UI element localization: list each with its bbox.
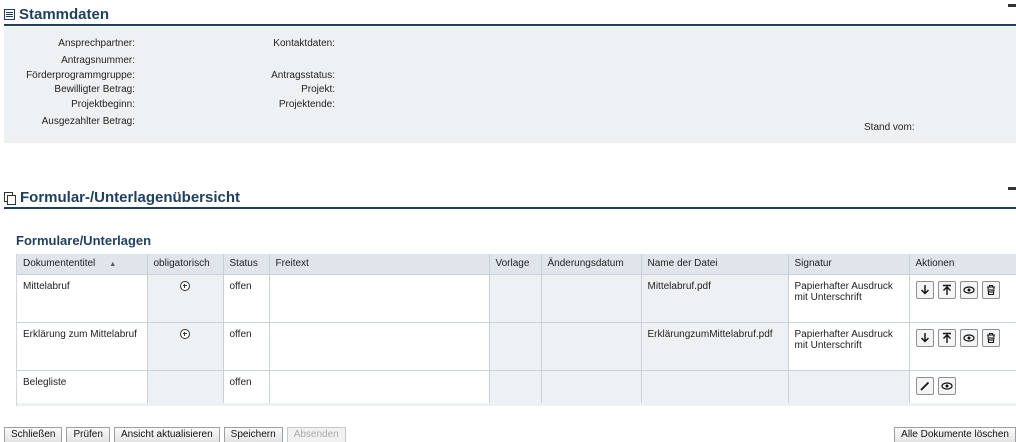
cell-status: offen xyxy=(223,321,270,370)
col-name-der-datei[interactable]: Name der Datei xyxy=(641,254,789,274)
table-row: Belegliste offen xyxy=(17,369,1016,403)
alle-dokumente-loeschen-button[interactable]: Alle Dokumente löschen xyxy=(894,427,1016,442)
stammdaten-header: Stammdaten xyxy=(4,4,1016,26)
mandatory-plus-icon xyxy=(179,328,190,339)
cell-aenderungsdatum xyxy=(541,321,642,370)
speichern-button[interactable]: Speichern xyxy=(223,427,283,442)
sort-asc-icon[interactable]: ▲ xyxy=(109,261,116,268)
download-icon[interactable] xyxy=(915,280,934,299)
table-row: Erklärung zum Mittelabruf offen Erklärun… xyxy=(17,321,1016,370)
cell-obligatorisch xyxy=(147,273,224,322)
delete-icon[interactable] xyxy=(981,328,1000,347)
col-dokumententitel-label: Dokumententitel xyxy=(23,258,96,270)
cell-obligatorisch xyxy=(147,321,224,370)
ansicht-aktualisieren-button[interactable]: Ansicht aktualisieren xyxy=(113,427,220,442)
cell-status: offen xyxy=(223,273,270,322)
absenden-button[interactable]: Absenden xyxy=(286,427,346,442)
cell-aktionen xyxy=(909,321,1016,370)
delete-icon[interactable] xyxy=(981,280,1000,299)
label-ansprechpartner: Ansprechpartner: xyxy=(58,38,135,49)
documents-table: Dokumententitel ▲ obligatorisch Status Fr… xyxy=(17,254,1016,403)
cell-aenderungsdatum xyxy=(541,369,642,403)
stammdaten-title-text: Stammdaten xyxy=(19,6,110,23)
col-status[interactable]: Status xyxy=(223,254,270,274)
stammdaten-title: Stammdaten xyxy=(4,6,109,23)
collapse-uebersicht-button[interactable] xyxy=(1008,187,1016,190)
col-obligatorisch[interactable]: obligatorisch xyxy=(147,254,224,274)
schliessen-button[interactable]: Schließen xyxy=(4,427,63,442)
table-header-row: Dokumententitel ▲ obligatorisch Status Fr… xyxy=(17,254,1016,274)
cell-vorlage xyxy=(489,321,542,370)
cell-freitext[interactable] xyxy=(269,369,490,403)
edit-icon[interactable] xyxy=(915,376,934,395)
cell-datei[interactable]: ErklärungzumMittelabruf.pdf xyxy=(641,321,789,370)
formulare-subtitle: Formulare/Unterlagen xyxy=(16,233,152,248)
cell-signatur xyxy=(788,369,910,403)
view-icon[interactable] xyxy=(937,376,956,395)
upload-icon[interactable] xyxy=(937,328,956,347)
cell-aktionen xyxy=(909,273,1016,322)
label-antragsstatus: Antragsstatus: xyxy=(271,70,335,81)
col-freitext[interactable]: Freitext xyxy=(269,254,490,274)
label-projekt: Projekt: xyxy=(301,84,335,95)
collapse-stammdaten-button[interactable] xyxy=(1008,4,1016,7)
label-stand-vom: Stand vom: xyxy=(864,122,915,133)
label-antragsnummer: Antragsnummer: xyxy=(61,55,135,66)
documents-table-container: Dokumententitel ▲ obligatorisch Status Fr… xyxy=(16,254,1016,406)
table-row: Mittelabruf offen Mittelabruf.pdf Papier… xyxy=(17,273,1016,322)
col-vorlage[interactable]: Vorlage xyxy=(489,254,542,274)
upload-icon[interactable] xyxy=(937,280,956,299)
uebersicht-title: Formular-/Unterlagenübersicht xyxy=(4,189,240,206)
cell-vorlage xyxy=(489,273,542,322)
col-aktionen: Aktionen xyxy=(909,254,1016,274)
label-bewilligter-betrag: Bewilligter Betrag: xyxy=(54,84,135,95)
col-aenderungsdatum[interactable]: Änderungsdatum xyxy=(541,254,642,274)
cell-datei xyxy=(641,369,789,403)
cell-aenderungsdatum xyxy=(541,273,642,322)
cell-signatur: Papierhafter Ausdruck mit Unterschrift xyxy=(788,321,910,370)
cell-title: Belegliste xyxy=(17,369,148,403)
cell-status: offen xyxy=(223,369,270,403)
cell-title: Erklärung zum Mittelabruf xyxy=(17,321,148,370)
pruefen-button[interactable]: Prüfen xyxy=(66,427,110,442)
cell-title: Mittelabruf xyxy=(17,273,148,322)
cell-signatur: Papierhafter Ausdruck mit Unterschrift xyxy=(788,273,910,322)
label-foerderprogrammgruppe: Förderprogrammgruppe: xyxy=(26,70,135,81)
label-kontaktdaten: Kontaktdaten: xyxy=(273,38,335,49)
view-icon[interactable] xyxy=(959,280,978,299)
label-projektende: Projektende: xyxy=(278,99,335,110)
uebersicht-title-text: Formular-/Unterlagenübersicht xyxy=(20,189,241,206)
label-projektbeginn: Projektbeginn: xyxy=(71,99,135,110)
cell-aktionen xyxy=(909,369,1016,403)
col-dokumententitel[interactable]: Dokumententitel ▲ xyxy=(17,254,148,274)
cell-datei[interactable]: Mittelabruf.pdf xyxy=(641,273,789,322)
label-ausgezahlter-betrag: Ausgezahlter Betrag: xyxy=(41,116,135,127)
stammdaten-panel: Ansprechpartner: Antragsnummer: Förderpr… xyxy=(4,27,1016,143)
form-icon xyxy=(4,9,15,20)
cell-obligatorisch xyxy=(147,369,224,403)
download-icon[interactable] xyxy=(915,328,934,347)
uebersicht-header: Formular-/Unterlagenübersicht xyxy=(4,187,1016,209)
cell-freitext[interactable] xyxy=(269,321,490,370)
view-icon[interactable] xyxy=(959,328,978,347)
mandatory-plus-icon xyxy=(179,280,190,291)
cell-freitext[interactable] xyxy=(269,273,490,322)
copy-icon xyxy=(4,191,16,205)
cell-vorlage xyxy=(489,369,542,403)
col-signatur[interactable]: Signatur xyxy=(788,254,910,274)
bottom-button-bar: Schließen Prüfen Ansicht aktualisieren S… xyxy=(4,427,346,442)
